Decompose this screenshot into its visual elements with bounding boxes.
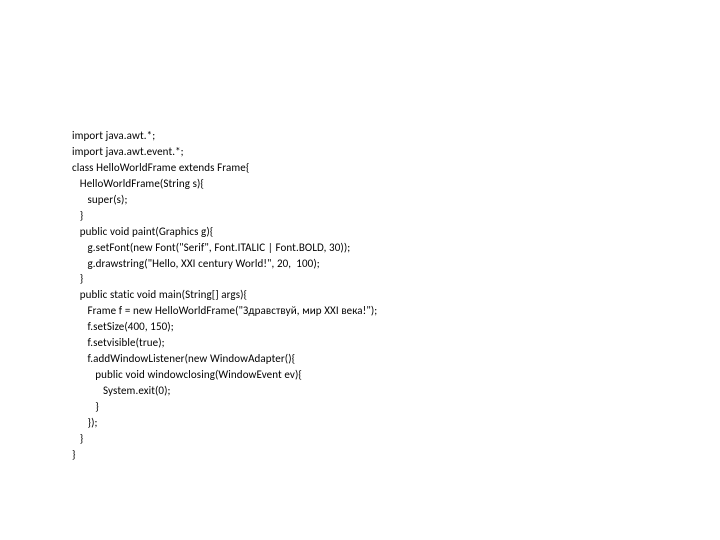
code-line: public static void main(String[] args){: [72, 287, 720, 303]
code-line: class HelloWorldFrame extends Frame{: [72, 160, 720, 176]
code-line: }: [72, 447, 720, 463]
code-line: import java.awt.*;: [72, 128, 720, 144]
code-line: import java.awt.event.*;: [72, 144, 720, 160]
code-line: public void windowclosing(WindowEvent ev…: [72, 367, 720, 383]
code-line: g.setFont(new Font("Serif", Font.ITALIC …: [72, 240, 720, 256]
code-line: }: [72, 271, 720, 287]
code-line: f.setvisible(true);: [72, 335, 720, 351]
code-line: public void paint(Graphics g){: [72, 224, 720, 240]
code-line: super(s);: [72, 192, 720, 208]
code-line: f.addWindowListener(new WindowAdapter(){: [72, 351, 720, 367]
code-line: }: [72, 399, 720, 415]
code-line: }: [72, 431, 720, 447]
code-line: System.exit(0);: [72, 383, 720, 399]
code-line: g.drawstring("Hello, XXI century World!"…: [72, 256, 720, 272]
code-line: Frame f = new HelloWorldFrame("Здравству…: [72, 303, 720, 319]
code-line: }: [72, 208, 720, 224]
code-line: f.setSize(400, 150);: [72, 319, 720, 335]
code-line: HelloWorldFrame(String s){: [72, 176, 720, 192]
code-line: });: [72, 415, 720, 431]
code-block: import java.awt.*; import java.awt.event…: [0, 0, 720, 463]
